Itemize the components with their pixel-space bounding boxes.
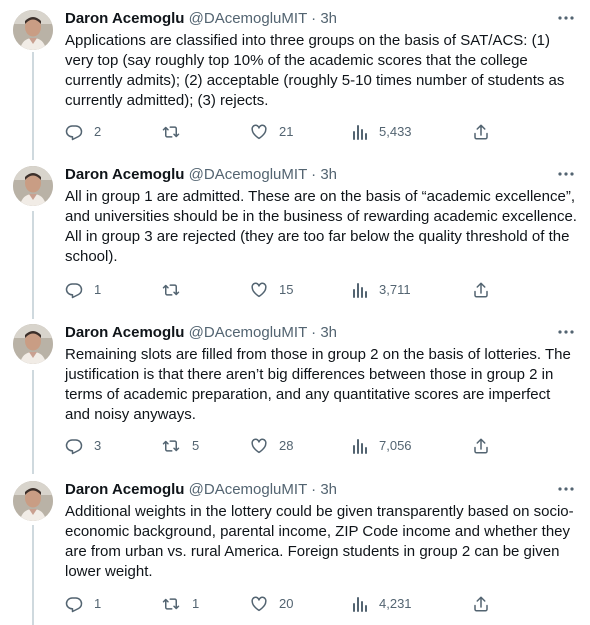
retweet-count: 5 <box>192 438 200 453</box>
reply-button[interactable]: 2 <box>65 122 101 142</box>
tweet-header: Daron Acemoglu @DAcemogluMIT · 3h <box>65 10 337 28</box>
author-handle[interactable]: @DAcemogluMIT <box>189 10 307 27</box>
reply-button[interactable]: 1 <box>65 594 101 614</box>
more-dots-icon <box>558 487 574 491</box>
tweet-text: Additional weights in the lottery could … <box>65 503 574 580</box>
author-name[interactable]: Daron Acemoglu <box>65 10 184 27</box>
retweet-count: 1 <box>192 596 200 611</box>
reply-count: 2 <box>94 124 102 139</box>
views-chart-icon <box>353 125 367 140</box>
share-icon <box>474 282 488 298</box>
more-options-button[interactable] <box>556 479 576 499</box>
share-icon <box>474 124 488 140</box>
like-button[interactable]: 28 <box>250 436 293 456</box>
separator-dot: · <box>311 166 317 183</box>
tweet-header: Daron Acemoglu @DAcemogluMIT · 3h <box>65 324 337 342</box>
like-count: 20 <box>279 596 294 611</box>
heart-icon <box>251 124 267 140</box>
timestamp[interactable]: 3h <box>320 166 337 183</box>
author-name[interactable]: Daron Acemoglu <box>65 481 184 498</box>
thread-line <box>32 211 34 319</box>
share-button[interactable] <box>472 594 490 614</box>
avatar[interactable] <box>13 324 53 364</box>
avatar[interactable] <box>13 10 53 50</box>
separator-dot: · <box>311 481 317 498</box>
separator-dot: · <box>311 324 317 341</box>
retweet-icon <box>162 126 180 138</box>
avatar[interactable] <box>13 481 53 521</box>
tweet-header: Daron Acemoglu @DAcemogluMIT · 3h <box>65 166 337 184</box>
share-icon <box>474 438 488 454</box>
view-count: 3,711 <box>379 282 411 297</box>
tweet-actions: 1 15 3,711 <box>65 280 495 300</box>
author-name[interactable]: Daron Acemoglu <box>65 166 184 183</box>
tweet-text: All in group 1 are admitted. These are o… <box>65 188 577 265</box>
reply-icon <box>65 125 83 141</box>
share-icon <box>474 596 488 612</box>
retweet-icon <box>162 440 180 452</box>
retweet-button[interactable] <box>161 122 192 142</box>
view-count: 5,433 <box>379 124 412 139</box>
reply-button[interactable]: 1 <box>65 280 101 300</box>
tweet-actions: 1 1 20 4,231 <box>65 594 495 614</box>
reply-button[interactable]: 3 <box>65 436 101 456</box>
more-options-button[interactable] <box>556 164 576 184</box>
author-handle[interactable]: @DAcemogluMIT <box>189 166 307 183</box>
like-count: 15 <box>279 282 294 297</box>
tweet-actions: 2 21 5,433 <box>65 122 495 142</box>
author-handle[interactable]: @DAcemogluMIT <box>189 324 307 341</box>
author-name[interactable]: Daron Acemoglu <box>65 324 184 341</box>
views-chart-icon <box>353 597 367 612</box>
tweet-actions: 3 5 28 7,056 <box>65 436 495 456</box>
reply-icon <box>65 597 83 613</box>
more-dots-icon <box>558 172 574 176</box>
views-button[interactable]: 4,231 <box>352 594 412 614</box>
avatar[interactable] <box>13 166 53 206</box>
more-dots-icon <box>558 16 574 20</box>
views-button[interactable]: 5,433 <box>352 122 412 142</box>
like-count: 21 <box>279 124 294 139</box>
retweet-button[interactable]: 5 <box>161 436 199 456</box>
heart-icon <box>251 282 267 298</box>
reply-count: 1 <box>94 282 102 297</box>
reply-count: 1 <box>94 596 102 611</box>
reply-icon <box>65 283 83 299</box>
like-button[interactable]: 20 <box>250 594 293 614</box>
views-button[interactable]: 7,056 <box>352 436 412 456</box>
share-button[interactable] <box>472 280 490 300</box>
tweet-header: Daron Acemoglu @DAcemogluMIT · 3h <box>65 481 337 499</box>
share-button[interactable] <box>472 436 490 456</box>
heart-icon <box>251 438 267 454</box>
view-count: 7,056 <box>379 438 412 453</box>
timestamp[interactable]: 3h <box>320 324 337 341</box>
views-chart-icon <box>353 439 367 454</box>
reply-count: 3 <box>94 438 102 453</box>
thread-line <box>32 52 34 160</box>
retweet-button[interactable]: 1 <box>161 594 199 614</box>
thread-line <box>32 370 34 474</box>
retweet-button[interactable] <box>161 280 192 300</box>
like-button[interactable]: 21 <box>250 122 293 142</box>
like-count: 28 <box>279 438 294 453</box>
views-button[interactable]: 3,711 <box>352 280 411 300</box>
timestamp[interactable]: 3h <box>320 481 337 498</box>
tweet-text: Applications are classified into three g… <box>65 32 565 109</box>
retweet-icon <box>162 598 180 610</box>
separator-dot: · <box>311 10 317 27</box>
share-button[interactable] <box>472 122 490 142</box>
retweet-icon <box>162 284 180 296</box>
views-chart-icon <box>353 283 367 298</box>
tweet-text: Remaining slots are filled from those in… <box>65 346 571 423</box>
more-options-button[interactable] <box>556 322 576 342</box>
timestamp[interactable]: 3h <box>320 10 337 27</box>
reply-icon <box>65 439 83 455</box>
more-options-button[interactable] <box>556 8 576 28</box>
like-button[interactable]: 15 <box>250 280 293 300</box>
more-dots-icon <box>558 330 574 334</box>
thread-line <box>32 525 34 625</box>
author-handle[interactable]: @DAcemogluMIT <box>189 481 307 498</box>
heart-icon <box>251 596 267 612</box>
view-count: 4,231 <box>379 596 412 611</box>
